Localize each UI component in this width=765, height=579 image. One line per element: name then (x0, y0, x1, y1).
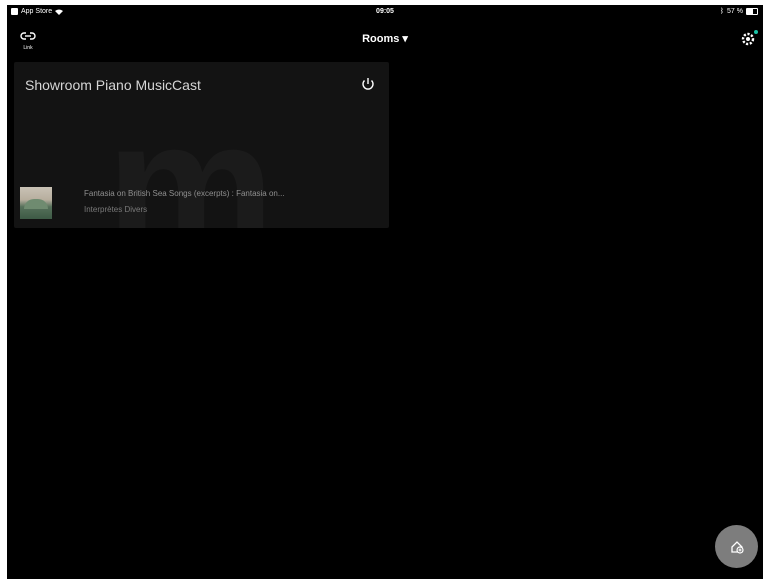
power-icon (362, 78, 374, 90)
bluetooth-icon: ᛒ (719, 8, 725, 15)
room-card[interactable]: m Showroom Piano MusicCast Fantasia on B… (14, 62, 389, 228)
link-label: Link (23, 45, 33, 51)
track-title[interactable]: Fantasia on British Sea Songs (excerpts)… (84, 189, 285, 198)
app-screen: App Store 09:05 ᛒ 57 % Link Rooms ▾ m Sh… (7, 5, 763, 579)
rooms-dropdown[interactable]: Rooms ▾ (7, 32, 763, 45)
status-bar: App Store 09:05 ᛒ 57 % (7, 5, 763, 19)
page-title[interactable]: Rooms (362, 33, 399, 45)
add-room-button[interactable] (715, 525, 758, 568)
track-artist: Interprètes Divers (84, 205, 148, 214)
settings-button[interactable] (739, 29, 759, 49)
album-art[interactable] (20, 187, 52, 219)
add-room-icon (730, 540, 744, 554)
chevron-down-icon[interactable]: ▾ (402, 33, 408, 45)
status-right: ᛒ 57 % (720, 8, 758, 15)
room-name[interactable]: Showroom Piano MusicCast (25, 77, 201, 93)
nav-bar: Link Rooms ▾ (7, 23, 763, 57)
power-button[interactable] (360, 76, 376, 92)
battery-percent: 57 % (727, 8, 743, 15)
notification-dot (754, 30, 758, 34)
battery-icon (746, 8, 758, 15)
status-time: 09:05 (376, 8, 394, 15)
